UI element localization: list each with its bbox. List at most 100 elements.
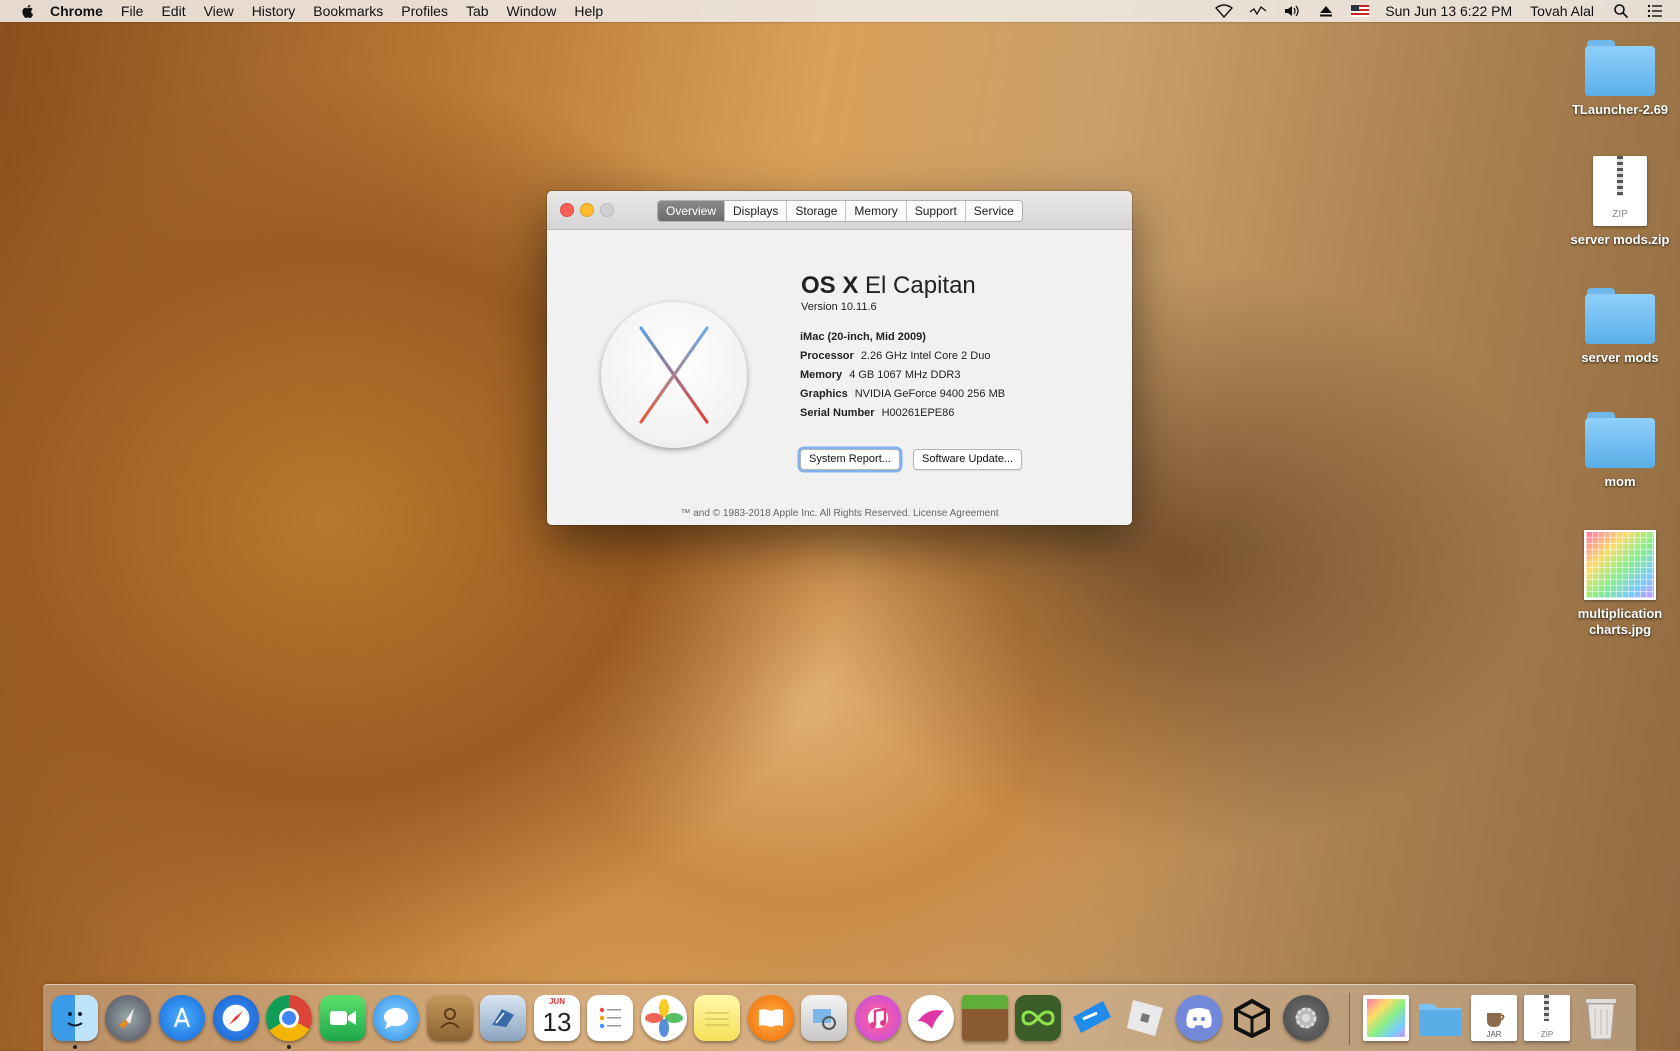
volume-icon[interactable]: [1283, 4, 1301, 18]
folder-icon: [1585, 288, 1655, 344]
app-store-icon[interactable]: [159, 995, 205, 1041]
spotlight-search-icon[interactable]: [1612, 4, 1630, 19]
desktop-icon-multiplication-charts[interactable]: multiplication charts.jpg: [1560, 530, 1680, 638]
spec-serial-number: Serial Number H00261EPE86: [800, 407, 1005, 426]
eject-icon[interactable]: [1317, 4, 1335, 18]
tab-memory[interactable]: Memory: [846, 201, 907, 221]
activity-icon[interactable]: [1249, 4, 1267, 18]
photos-icon[interactable]: [641, 995, 687, 1041]
itunes-icon[interactable]: [855, 995, 901, 1041]
spec-processor: Processor 2.26 GHz Intel Core 2 Duo: [800, 350, 1005, 369]
zip-file-stack-icon[interactable]: ZIP: [1524, 995, 1570, 1041]
folder-icon: [1585, 40, 1655, 96]
facetime-icon[interactable]: [320, 995, 366, 1041]
menu-history[interactable]: History: [252, 3, 296, 19]
image-thumbnail-icon: [1584, 530, 1656, 600]
menubar-clock[interactable]: Sun Jun 13 6:22 PM: [1385, 3, 1512, 19]
contacts-icon[interactable]: [427, 995, 473, 1041]
menu-app-chrome[interactable]: Chrome: [50, 3, 103, 19]
finder-icon[interactable]: [52, 995, 98, 1041]
trash-icon[interactable]: [1578, 995, 1624, 1041]
jar-file-icon[interactable]: JAR: [1471, 995, 1517, 1041]
menu-file[interactable]: File: [121, 3, 144, 19]
notification-center-icon[interactable]: [1646, 4, 1664, 18]
dock-separator: [1349, 993, 1350, 1045]
notes-icon[interactable]: [694, 995, 740, 1041]
menu-profiles[interactable]: Profiles: [401, 3, 448, 19]
tab-overview[interactable]: Overview: [658, 201, 726, 221]
safari-icon[interactable]: [213, 995, 259, 1041]
green-infinity-app-icon[interactable]: [1015, 995, 1061, 1041]
hardware-specs: iMac (20-inch, Mid 2009) Processor 2.26 G…: [800, 331, 1005, 426]
desktop-icon-label: mom: [1604, 474, 1636, 489]
spec-key: Graphics: [800, 388, 848, 400]
zip-file-label: ZIP: [1540, 1030, 1554, 1039]
menu-bookmarks[interactable]: Bookmarks: [313, 3, 383, 19]
launchpad-icon[interactable]: [105, 995, 151, 1041]
unity-icon[interactable]: [1229, 995, 1275, 1041]
tab-displays[interactable]: Displays: [725, 201, 788, 221]
desktop-icon-label: server mods.zip: [1570, 232, 1670, 247]
tab-bar: Overview Displays Storage Memory Support…: [657, 200, 1023, 222]
spec-key: Serial Number: [800, 407, 875, 419]
software-update-button[interactable]: Software Update...: [913, 449, 1023, 470]
jar-file-label: JAR: [1486, 1030, 1502, 1039]
desktop-icon-mom[interactable]: mom: [1560, 412, 1680, 490]
spec-graphics: Graphics NVIDIA GeForce 9400 256 MB: [800, 388, 1005, 407]
downloads-folder-icon[interactable]: [1417, 995, 1463, 1041]
menu-bar: Chrome File Edit View History Bookmarks …: [0, 0, 1680, 22]
system-report-button[interactable]: System Report...: [800, 449, 900, 470]
zip-file-label: ZIP: [1612, 209, 1628, 220]
menu-window[interactable]: Window: [507, 3, 557, 19]
preview-icon[interactable]: [801, 995, 847, 1041]
discord-icon[interactable]: [1176, 995, 1222, 1041]
menubar-user[interactable]: Tovah Alal: [1530, 3, 1594, 19]
input-source-flag-icon[interactable]: [1351, 4, 1370, 18]
spec-key: Processor: [800, 350, 854, 362]
zoom-button: [600, 203, 614, 217]
menu-tab[interactable]: Tab: [466, 3, 489, 19]
messages-icon[interactable]: [373, 995, 419, 1041]
os-x-logo-icon: [601, 302, 747, 448]
menu-edit[interactable]: Edit: [161, 3, 185, 19]
calendar-day: 13: [542, 1007, 572, 1037]
desktop-icon-label: server mods: [1581, 350, 1659, 365]
menu-view[interactable]: View: [204, 3, 234, 19]
calendar-icon[interactable]: JUN 13: [534, 995, 580, 1041]
model-name: iMac (20-inch, Mid 2009): [800, 331, 926, 343]
tab-service[interactable]: Service: [966, 201, 1022, 221]
spec-value: 2.26 GHz Intel Core 2 Duo: [860, 350, 991, 362]
desktop-icon-label: multiplication charts.jpg: [1577, 606, 1663, 637]
multiplication-charts-stack-icon[interactable]: [1363, 995, 1409, 1041]
tab-support[interactable]: Support: [907, 201, 966, 221]
spec-key: Memory: [800, 369, 843, 381]
mail-icon[interactable]: [480, 995, 526, 1041]
wifi-icon[interactable]: [1215, 4, 1234, 18]
os-name: OS X El Capitan: [801, 272, 976, 300]
desktop-icon-server-mods-zip[interactable]: ZIP server mods.zip: [1560, 156, 1680, 248]
chrome-icon[interactable]: [266, 995, 312, 1041]
running-indicator: [287, 1045, 291, 1049]
window-titlebar[interactable]: Overview Displays Storage Memory Support…: [547, 191, 1132, 230]
ibooks-icon[interactable]: [748, 995, 794, 1041]
apple-menu-icon[interactable]: [20, 3, 36, 19]
menu-help[interactable]: Help: [574, 3, 603, 19]
dock: JUN 13 JAR ZIP: [43, 984, 1636, 1051]
close-button[interactable]: [560, 203, 574, 217]
about-this-mac-window: Overview Displays Storage Memory Support…: [547, 191, 1132, 525]
spec-model: iMac (20-inch, Mid 2009): [800, 331, 1005, 350]
spec-memory: Memory 4 GB 1067 MHz DDR3: [800, 369, 1005, 388]
os-name-bold: OS X: [801, 272, 859, 299]
pink-bird-app-icon[interactable]: [908, 995, 954, 1041]
roblox-icon[interactable]: [1122, 995, 1168, 1041]
blue-tile-app-icon[interactable]: [1069, 995, 1115, 1041]
copyright-footer[interactable]: ™ and © 1983-2018 Apple Inc. All Rights …: [547, 508, 1132, 519]
minimize-button[interactable]: [580, 203, 594, 217]
desktop-icon-tlauncher[interactable]: TLauncher-2.69: [1560, 40, 1680, 118]
system-preferences-icon[interactable]: [1283, 995, 1329, 1041]
tab-storage[interactable]: Storage: [787, 201, 847, 221]
desktop-icon-server-mods[interactable]: server mods: [1560, 288, 1680, 366]
minecraft-icon[interactable]: [962, 995, 1008, 1041]
status-area: Sun Jun 13 6:22 PM Tovah Alal: [1215, 0, 1680, 22]
reminders-icon[interactable]: [587, 995, 633, 1041]
